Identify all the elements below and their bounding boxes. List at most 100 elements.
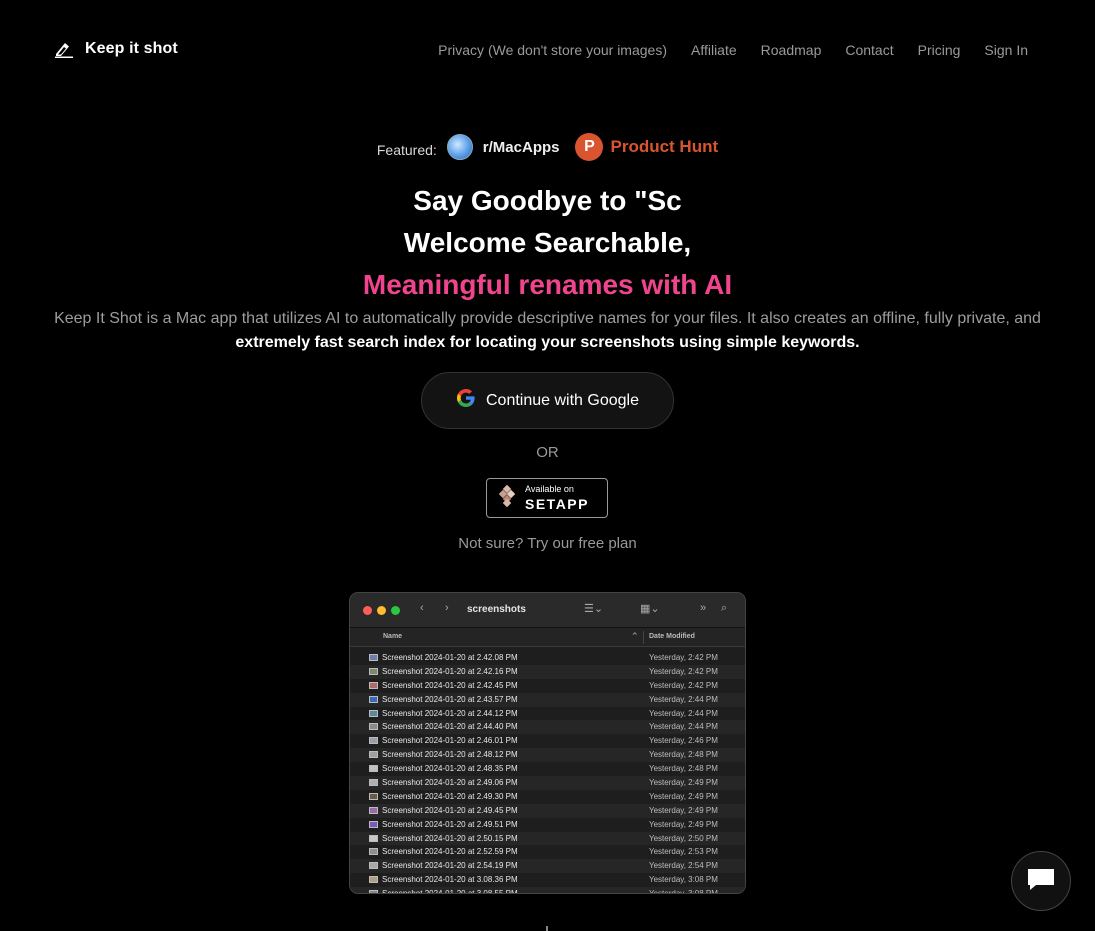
column-divider xyxy=(643,631,644,644)
table-row: Screenshot 2024-01-20 at 2.49.51 PM Yeste… xyxy=(350,818,745,832)
image-file-icon xyxy=(369,806,378,814)
row-date-modified: Yesterday, 2:50 PM xyxy=(649,833,718,843)
row-date-modified: Yesterday, 2:49 PM xyxy=(649,791,718,801)
macapps-icon xyxy=(446,134,473,160)
image-file-icon xyxy=(369,834,378,842)
table-row: Screenshot 2024-01-20 at 3.08.55 PM Yeste… xyxy=(350,887,745,894)
setapp-badge[interactable]: Available on SETAPP xyxy=(486,478,608,518)
logo[interactable]: Keep it shot xyxy=(54,40,178,58)
headline-line-3: Meaningful renames with AI xyxy=(362,269,733,300)
image-file-icon xyxy=(369,751,378,759)
setapp-small-text: Available on xyxy=(525,484,574,494)
table-row: Screenshot 2024-01-20 at 2.54.19 PM Yeste… xyxy=(350,859,745,874)
row-date-modified: Yesterday, 2:49 PM xyxy=(649,819,718,829)
row-file-name: Screenshot 2024-01-20 at 2.49.45 PM xyxy=(382,805,518,815)
table-row: Screenshot 2024-01-20 at 2.42.08 PM Yeste… xyxy=(350,651,745,665)
grid-view-icon: ▦⌄ xyxy=(640,603,660,615)
table-row: Screenshot 2024-01-20 at 2.42.16 PM Yeste… xyxy=(350,664,745,679)
row-date-modified: Yesterday, 2:49 PM xyxy=(649,778,718,788)
row-file-name: Screenshot 2024-01-20 at 2.43.57 PM xyxy=(382,694,518,704)
free-plan-link[interactable]: Not sure? Try our free plan xyxy=(0,535,1095,552)
image-file-icon xyxy=(369,862,378,870)
row-file-name: Screenshot 2024-01-20 at 2.50.15 PM xyxy=(382,833,518,843)
producthunt-icon: P xyxy=(575,133,604,161)
row-date-modified: Yesterday, 2:42 PM xyxy=(649,666,718,676)
image-file-icon xyxy=(369,681,378,689)
row-date-modified: Yesterday, 2:46 PM xyxy=(649,736,718,746)
close-light-icon xyxy=(363,606,372,615)
setapp-icon xyxy=(498,484,516,512)
row-file-name: Screenshot 2024-01-20 at 3.08.55 PM xyxy=(382,889,518,894)
nav-link-contact[interactable]: Contact xyxy=(845,42,893,58)
hero-headline: Say Goodbye to "Sc Welcome Searchable, M… xyxy=(0,180,1095,306)
image-file-icon xyxy=(369,792,378,800)
table-row: Screenshot 2024-01-20 at 2.42.45 PM Yeste… xyxy=(350,679,745,693)
image-file-icon xyxy=(369,695,378,703)
producthunt-text: Product Hunt xyxy=(610,137,719,156)
search-icon: ⌕ xyxy=(721,602,728,614)
table-row: Screenshot 2024-01-20 at 2.50.15 PM Yeste… xyxy=(350,831,745,846)
row-date-modified: Yesterday, 2:48 PM xyxy=(649,764,718,774)
google-button-label: Continue with Google xyxy=(486,391,639,409)
image-file-icon xyxy=(369,876,378,884)
row-file-name: Screenshot 2024-01-20 at 2.49.30 PM xyxy=(382,791,518,801)
macapps-link[interactable]: r/MacApps xyxy=(446,134,559,160)
table-row: Screenshot 2024-01-20 at 2.49.06 PM Yeste… xyxy=(350,776,745,790)
finder-rows: Screenshot 2024-01-20 at 2.42.08 PM Yeste… xyxy=(350,647,745,894)
headline-line-2: Welcome Searchable, xyxy=(403,227,692,258)
row-file-name: Screenshot 2024-01-20 at 2.49.51 PM xyxy=(382,819,518,829)
row-date-modified: Yesterday, 2:44 PM xyxy=(649,722,718,732)
nav-link-roadmap[interactable]: Roadmap xyxy=(761,42,822,58)
chat-button[interactable] xyxy=(1011,851,1071,911)
forward-chevron-icon: › xyxy=(445,602,449,614)
google-icon xyxy=(456,388,476,413)
image-file-icon xyxy=(369,890,378,893)
nav-link-pricing[interactable]: Pricing xyxy=(918,42,961,58)
or-divider: OR xyxy=(536,444,559,461)
row-file-name: Screenshot 2024-01-20 at 2.48.12 PM xyxy=(382,750,518,760)
hero-description: Keep It Shot is a Mac app that utilizes … xyxy=(50,307,1045,355)
zoom-light-icon xyxy=(391,606,400,615)
image-file-icon xyxy=(369,654,378,661)
continue-with-google-button[interactable]: Continue with Google xyxy=(421,372,674,429)
row-file-name: Screenshot 2024-01-20 at 2.44.12 PM xyxy=(382,708,518,718)
image-file-icon xyxy=(369,779,378,787)
scroll-indicator xyxy=(546,926,548,931)
setapp-big-text: SETAPP xyxy=(525,496,589,512)
nav-link-affiliate[interactable]: Affiliate xyxy=(691,42,737,58)
producthunt-link[interactable]: P Product Hunt xyxy=(575,133,718,161)
image-file-icon xyxy=(369,737,378,745)
image-file-icon xyxy=(369,709,378,717)
row-date-modified: Yesterday, 2:42 PM xyxy=(649,680,718,690)
row-file-name: Screenshot 2024-01-20 at 2.42.45 PM xyxy=(382,680,518,690)
nav-link-privacy[interactable]: Privacy (We don't store your images) xyxy=(438,42,667,58)
row-file-name: Screenshot 2024-01-20 at 2.49.06 PM xyxy=(382,778,518,788)
image-file-icon xyxy=(369,765,378,773)
table-row: Screenshot 2024-01-20 at 3.08.36 PM Yeste… xyxy=(350,873,745,887)
featured-label: Featured: xyxy=(376,142,437,158)
headline-line-1: Say Goodbye to "Sc xyxy=(413,185,682,216)
nav-link-sign-in[interactable]: Sign In xyxy=(984,42,1028,58)
image-file-icon xyxy=(369,820,378,828)
featured-bar: Featured: r/MacApps P Product Hunt xyxy=(0,133,1095,161)
row-date-modified: Yesterday, 2:49 PM xyxy=(649,805,718,815)
row-file-name: Screenshot 2024-01-20 at 2.46.01 PM xyxy=(382,736,518,746)
back-chevron-icon: ‹ xyxy=(420,602,424,614)
row-file-name: Screenshot 2024-01-20 at 2.42.16 PM xyxy=(382,666,518,676)
sort-chevron-icon: ⌃ xyxy=(631,631,639,641)
row-date-modified: Yesterday, 2:44 PM xyxy=(649,694,718,704)
row-date-modified: Yesterday, 2:54 PM xyxy=(649,861,718,871)
row-file-name: Screenshot 2024-01-20 at 3.08.36 PM xyxy=(382,875,518,885)
table-row: Screenshot 2024-01-20 at 2.49.30 PM Yeste… xyxy=(350,790,745,804)
minimize-light-icon xyxy=(377,606,386,615)
table-row: Screenshot 2024-01-20 at 2.48.35 PM Yeste… xyxy=(350,762,745,776)
list-view-icon: ☰⌄ xyxy=(584,603,604,615)
desc-plain: Keep It Shot is a Mac app that utilizes … xyxy=(54,310,1041,327)
top-nav: Keep it shot Privacy (We don't store you… xyxy=(0,0,1095,100)
row-file-name: Screenshot 2024-01-20 at 2.52.59 PM xyxy=(382,847,518,857)
image-file-icon xyxy=(369,723,378,731)
row-file-name: Screenshot 2024-01-20 at 2.48.35 PM xyxy=(382,764,518,774)
image-file-icon xyxy=(369,667,378,675)
row-date-modified: Yesterday, 3:08 PM xyxy=(649,889,718,894)
nav-links: Privacy (We don't store your images) Aff… xyxy=(438,42,1028,58)
